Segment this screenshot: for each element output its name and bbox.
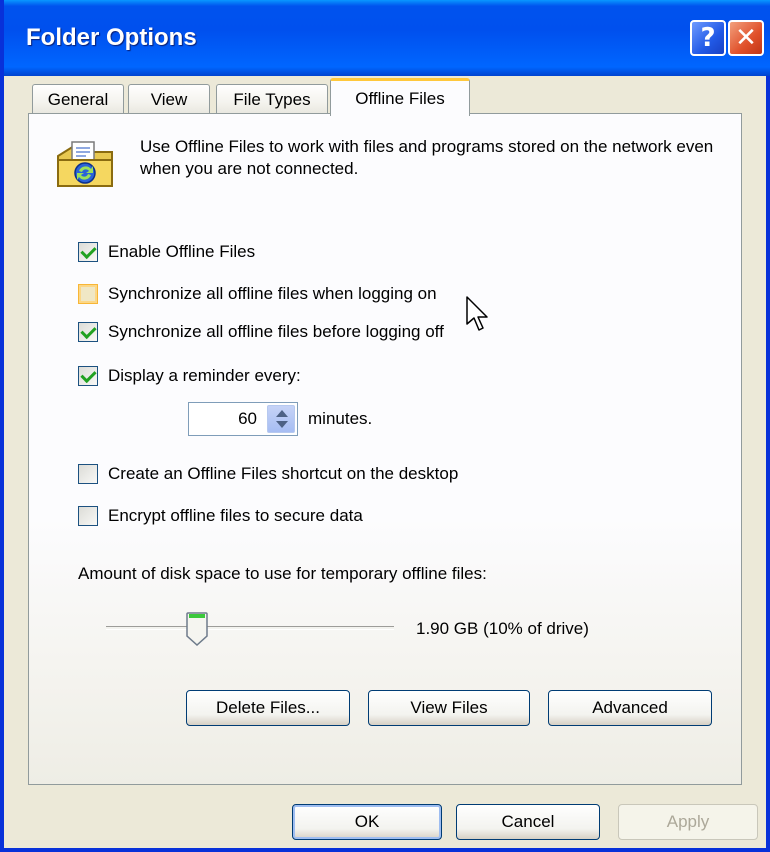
display-reminder-checkbox[interactable]: Display a reminder every: [78,364,301,388]
spin-up-icon[interactable] [276,410,288,417]
help-button[interactable]: ? [690,20,726,56]
disk-space-value: 1.90 GB (10% of drive) [416,619,589,638]
tab-general[interactable]: General [32,84,124,114]
reminder-minutes-value[interactable]: 60 [238,409,257,429]
delete-files-button[interactable]: Delete Files... [186,690,350,726]
tab-file-types[interactable]: File Types [216,84,328,114]
checkbox-box[interactable] [78,322,98,342]
minutes-label: minutes. [308,409,373,428]
checkbox-label: Create an Offline Files shortcut on the … [108,464,459,483]
reminder-minutes-stepper[interactable]: 60 [188,402,298,436]
mouse-pointer-icon [466,296,488,331]
tab-view[interactable]: View [128,84,210,114]
create-shortcut-checkbox[interactable]: Create an Offline Files shortcut on the … [78,462,458,486]
checkbox-label: Enable Offline Files [108,242,256,261]
advanced-button[interactable]: Advanced [548,690,712,726]
checkbox-label: Synchronize all offline files when loggi… [108,284,437,303]
tab-offline-files[interactable]: Offline Files [330,78,470,116]
disk-space-label: Amount of disk space to use for temporar… [78,564,487,583]
checkbox-box[interactable] [78,242,98,262]
checkbox-box[interactable] [78,284,98,304]
checkbox-label: Display a reminder every: [108,366,301,385]
window-title: Folder Options [26,24,197,51]
checkbox-box[interactable] [78,366,98,386]
sync-before-logoff-checkbox[interactable]: Synchronize all offline files before log… [78,320,444,344]
intro-text: Use Offline Files to work with files and… [140,137,714,178]
offline-files-icon [57,141,113,187]
title-bar[interactable]: Folder Options ? ✕ [4,0,770,76]
enable-offline-files-checkbox[interactable]: Enable Offline Files [78,240,255,264]
sync-on-logon-checkbox[interactable]: Synchronize all offline files when loggi… [78,282,437,306]
encrypt-offline-files-checkbox[interactable]: Encrypt offline files to secure data [78,504,363,528]
ok-button[interactable]: OK [292,804,442,840]
disk-space-slider-track[interactable] [106,626,394,630]
checkbox-box[interactable] [78,506,98,526]
checkbox-label: Synchronize all offline files before log… [108,322,444,341]
apply-button[interactable]: Apply [618,804,758,840]
checkbox-box[interactable] [78,464,98,484]
disk-space-slider-thumb[interactable] [186,612,208,646]
view-files-button[interactable]: View Files [368,690,530,726]
spinner-buttons[interactable] [267,405,295,433]
offline-files-panel [28,113,742,785]
checkbox-label: Encrypt offline files to secure data [108,506,363,525]
close-button[interactable]: ✕ [728,20,764,56]
spin-down-icon[interactable] [276,421,288,428]
cancel-button[interactable]: Cancel [456,804,600,840]
